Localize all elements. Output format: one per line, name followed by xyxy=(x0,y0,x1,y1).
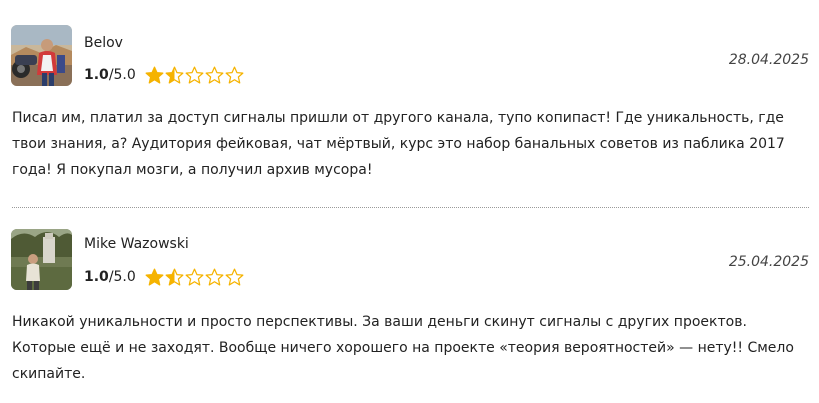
star-filled-icon xyxy=(145,66,164,84)
rating: 1.0/5.0 xyxy=(84,64,245,86)
star-half-icon xyxy=(165,268,184,286)
author-name: Belov xyxy=(84,35,123,51)
star-empty-icon xyxy=(225,66,244,84)
star-half-icon xyxy=(165,66,184,84)
user-photo-icon xyxy=(11,25,72,86)
avatar xyxy=(11,229,72,290)
star-empty-icon xyxy=(225,268,244,286)
review-text: Никакой уникальности и просто перспектив… xyxy=(12,314,794,382)
review-date: 25.04.2025 xyxy=(728,254,809,270)
review-date: 28.04.2025 xyxy=(728,52,809,68)
star-empty-icon xyxy=(185,268,204,286)
star-empty-icon xyxy=(205,268,224,286)
star-rating xyxy=(145,268,245,287)
star-empty-icon xyxy=(185,66,204,84)
star-filled-icon xyxy=(145,268,164,286)
rating-score: 1.0/5.0 xyxy=(84,269,136,285)
user-photo-icon xyxy=(11,229,72,290)
divider xyxy=(12,207,809,208)
author-name: Mike Wazowski xyxy=(84,236,189,252)
rating-score: 1.0/5.0 xyxy=(84,67,136,83)
star-empty-icon xyxy=(205,66,224,84)
avatar xyxy=(11,25,72,86)
rating: 1.0/5.0 xyxy=(84,266,245,288)
star-rating xyxy=(145,66,245,85)
review-text: Писал им, платил за доступ сигналы пришл… xyxy=(12,110,785,178)
